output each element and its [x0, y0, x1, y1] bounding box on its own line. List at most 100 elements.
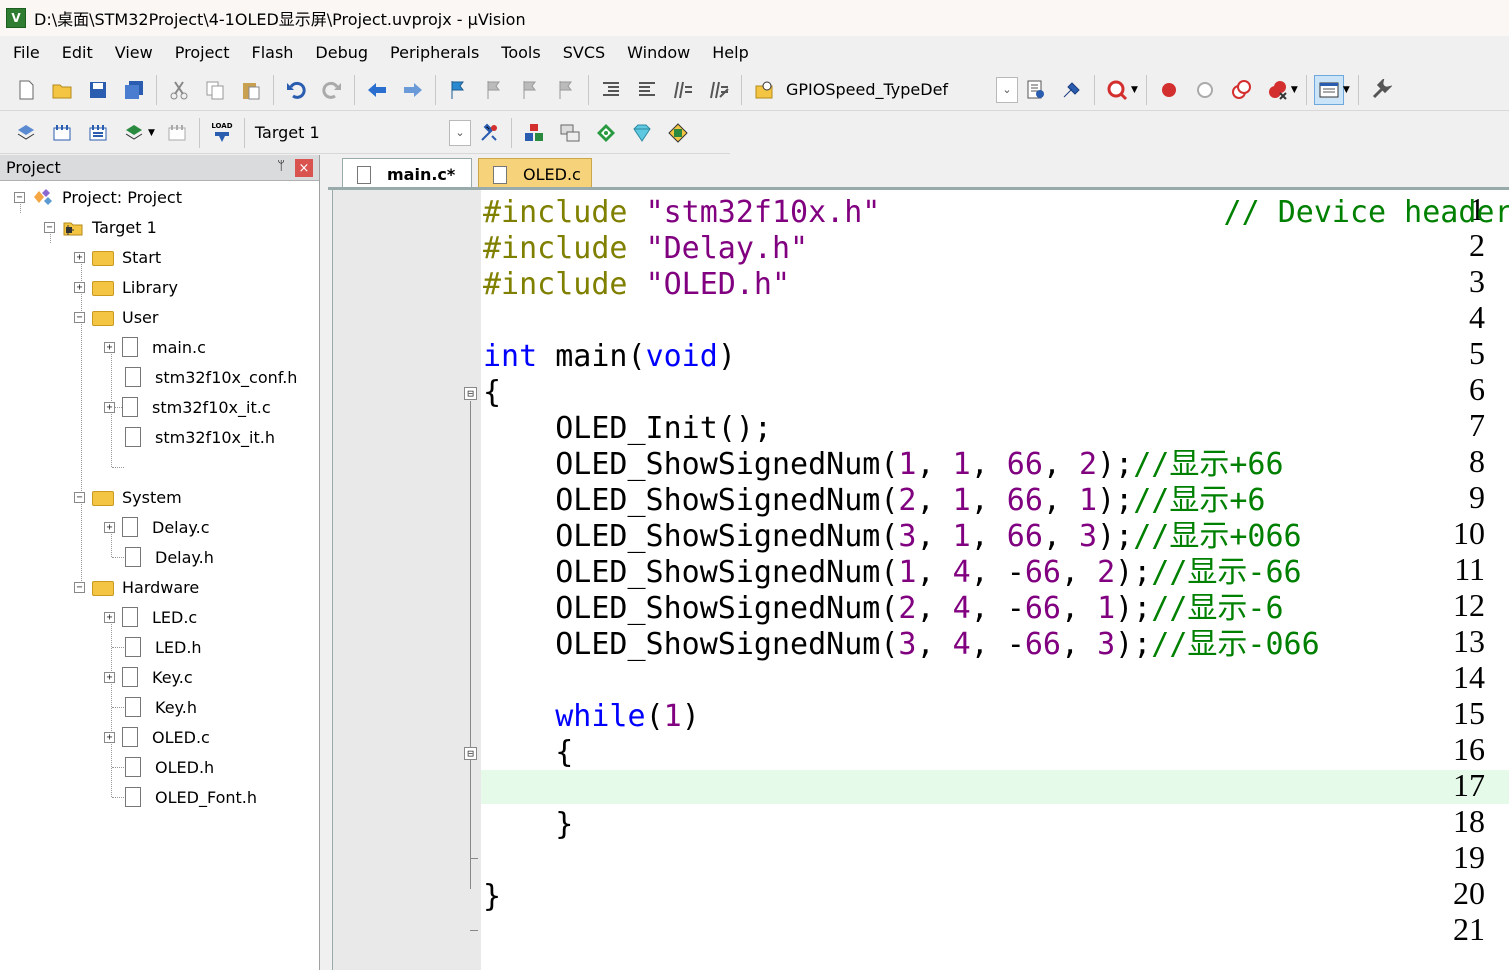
rebuild-icon[interactable]	[83, 118, 113, 148]
menu-project[interactable]: Project	[164, 39, 241, 66]
menu-svcs[interactable]: SVCS	[552, 39, 616, 66]
copy-icon[interactable]	[200, 75, 230, 105]
code-line[interactable]: OLED_ShowSignedNum(2, 4, -66, 1);//显示-6	[483, 591, 1283, 627]
expand-icon[interactable]: +	[104, 401, 115, 413]
disable-all-breakpoints-icon[interactable]	[1226, 75, 1256, 105]
expand-icon[interactable]: +	[74, 281, 85, 293]
tree-file-key-c[interactable]: + Key.c	[104, 662, 193, 692]
batch-build-icon[interactable]	[119, 118, 149, 148]
paste-icon[interactable]	[236, 75, 266, 105]
redo-icon[interactable]	[317, 75, 347, 105]
tree-file-delay-h[interactable]: Delay.h	[122, 542, 214, 572]
menu-peripherals[interactable]: Peripherals	[379, 39, 490, 66]
configure-icon[interactable]	[1366, 75, 1396, 105]
tree-item-target-1[interactable]: − Target 1	[44, 212, 157, 242]
clear-bookmarks-icon[interactable]	[551, 75, 581, 105]
code-line[interactable]: }	[483, 807, 573, 843]
tree-file-delay-c[interactable]: + Delay.c	[104, 512, 209, 542]
chevron-down-icon[interactable]: ⌄	[448, 119, 471, 146]
expand-icon[interactable]: +	[104, 521, 115, 533]
translate-icon[interactable]	[11, 118, 41, 148]
download-load-button[interactable]: LOAD	[207, 118, 237, 148]
tree-folder-hardware[interactable]: − Hardware	[74, 572, 199, 602]
menu-edit[interactable]: Edit	[51, 39, 104, 66]
collapse-icon[interactable]: −	[74, 581, 85, 593]
code-line[interactable]: }	[483, 879, 501, 915]
menu-window[interactable]: Window	[616, 39, 701, 66]
tree-folder-user[interactable]: − User	[74, 302, 158, 332]
window-layout-dropdown-icon[interactable]: ▼	[1343, 85, 1350, 95]
expand-icon[interactable]: +	[104, 731, 115, 743]
menu-flash[interactable]: Flash	[240, 39, 304, 66]
tree-file-stm32f10x-conf-h[interactable]: stm32f10x_conf.h	[122, 362, 297, 392]
code-line[interactable]: OLED_ShowSignedNum(3, 4, -66, 3);//显示-06…	[483, 627, 1319, 663]
target-combo[interactable]: Target 1 ⌄	[249, 118, 471, 148]
debug-session-icon[interactable]	[1102, 75, 1132, 105]
expand-icon[interactable]: +	[74, 251, 85, 263]
code-line[interactable]: OLED_Init();	[483, 411, 772, 447]
fold-collapse-icon[interactable]: ⊟	[464, 747, 477, 760]
tree-file-oled-font-h[interactable]: OLED_Font.h	[122, 782, 257, 812]
comment-selection-icon[interactable]	[668, 75, 698, 105]
batch-build-dropdown-icon[interactable]: ▼	[148, 128, 155, 138]
save-all-icon[interactable]	[119, 75, 149, 105]
tree-file-main-c[interactable]: + main.c	[104, 332, 206, 362]
find-replace-icon[interactable]	[1021, 75, 1051, 105]
find-combo[interactable]: GPIOSpeed_TypeDef ⌄	[782, 75, 1018, 105]
close-icon[interactable]: ×	[295, 159, 313, 177]
kill-all-breakpoints-icon[interactable]	[1262, 75, 1292, 105]
menu-view[interactable]: View	[104, 39, 164, 66]
previous-bookmark-icon[interactable]	[479, 75, 509, 105]
expand-icon[interactable]: +	[104, 341, 115, 353]
code-line[interactable]: while(1)	[483, 699, 700, 735]
menu-help[interactable]: Help	[701, 39, 759, 66]
pin-icon[interactable]: ᛘ	[277, 159, 285, 174]
window-layout-icon[interactable]	[1313, 74, 1344, 105]
tree-folder-library[interactable]: + Library	[74, 272, 178, 302]
uncomment-selection-icon[interactable]	[704, 75, 734, 105]
collapse-icon[interactable]: −	[14, 191, 25, 203]
code-line[interactable]: #include "stm32f10x.h" // Device header	[483, 195, 1509, 231]
menu-file[interactable]: File	[2, 39, 51, 66]
collapse-icon[interactable]: −	[74, 491, 85, 503]
breakpoint-dropdown-icon[interactable]: ▼	[1291, 85, 1298, 95]
code-line[interactable]: {	[483, 375, 501, 411]
stop-build-icon[interactable]	[162, 118, 192, 148]
fold-collapse-icon[interactable]: ⊟	[464, 387, 477, 400]
code-editor[interactable]: ⊟ ⊟ 1 2 3 4 5 6 7 8 9 10 11 12 13 14 15 16 17 18 19 20 21 #i…	[332, 190, 1509, 970]
insert-breakpoint-icon[interactable]	[1154, 75, 1184, 105]
tree-file-oled-h[interactable]: OLED.h	[122, 752, 214, 782]
find-in-files-icon[interactable]	[749, 75, 779, 105]
tree-file-stm32f10x-it-c[interactable]: + stm32f10x_it.c	[104, 392, 271, 422]
code-line[interactable]: #include "Delay.h"	[483, 231, 808, 267]
enable-breakpoint-icon[interactable]	[1190, 75, 1220, 105]
debug-dropdown-icon[interactable]: ▼	[1131, 85, 1138, 95]
tab-main-c[interactable]: main.c*	[342, 158, 472, 190]
cut-icon[interactable]	[164, 75, 194, 105]
options-for-target-icon[interactable]	[474, 118, 504, 148]
manage-project-items-icon[interactable]	[519, 118, 549, 148]
new-file-icon[interactable]	[11, 75, 41, 105]
expand-icon[interactable]: +	[104, 611, 115, 623]
code-line[interactable]: #include "OLED.h"	[483, 267, 790, 303]
tree-folder-system[interactable]: − System	[74, 482, 182, 512]
code-line[interactable]: OLED_ShowSignedNum(3, 1, 66, 3);//显示+066	[483, 519, 1301, 555]
code-line[interactable]: {	[483, 735, 573, 771]
incremental-find-icon[interactable]	[1057, 75, 1087, 105]
build-icon[interactable]	[47, 118, 77, 148]
tree-item-project[interactable]: − Project: Project	[14, 182, 182, 212]
menu-tools[interactable]: Tools	[490, 39, 551, 66]
indent-icon[interactable]	[596, 75, 626, 105]
open-file-icon[interactable]	[47, 75, 77, 105]
collapse-icon[interactable]: −	[44, 221, 55, 233]
manage-run-time-environment-icon[interactable]	[591, 118, 621, 148]
unindent-icon[interactable]	[632, 75, 662, 105]
tree-file-led-h[interactable]: LED.h	[122, 632, 202, 662]
tree-file-stm32f10x-it-h[interactable]: stm32f10x_it.h	[122, 422, 275, 452]
next-bookmark-icon[interactable]	[515, 75, 545, 105]
tree-folder-start[interactable]: + Start	[74, 242, 161, 272]
tree-file-led-c[interactable]: + LED.c	[104, 602, 197, 632]
tree-file-oled-c[interactable]: + OLED.c	[104, 722, 210, 752]
expand-icon[interactable]: +	[104, 671, 115, 683]
software-packs-icon[interactable]	[663, 118, 693, 148]
